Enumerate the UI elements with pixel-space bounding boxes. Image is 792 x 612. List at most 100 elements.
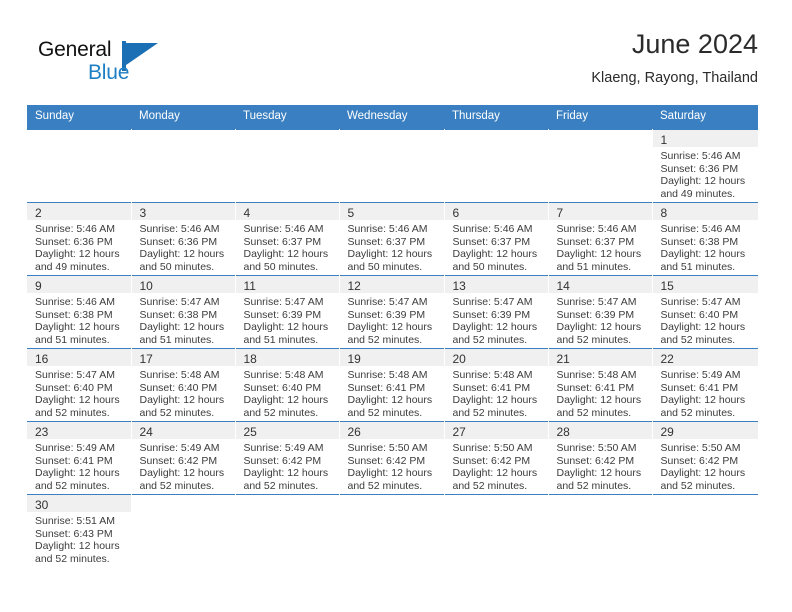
general-blue-logo[interactable]: General Blue	[38, 38, 218, 90]
day-cell-content: 11 Sunrise: 5:47 AM Sunset: 6:39 PM Dayligh…	[235, 276, 339, 348]
day-cell-content: 30 Sunrise: 5:51 AM Sunset: 6:43 PM Dayligh…	[27, 495, 131, 567]
day-cell-content: 9 Sunrise: 5:46 AM Sunset: 6:38 PM Daylight…	[27, 276, 131, 348]
sunset-text: Sunset: 6:41 PM	[452, 381, 531, 394]
calendar-day-cell[interactable]: 3 Sunrise: 5:46 AM Sunset: 6:36 PM Daylight…	[131, 202, 236, 276]
calendar-day-cell[interactable]: 30 Sunrise: 5:51 AM Sunset: 6:43 PM Dayligh…	[27, 494, 132, 567]
calendar-day-cell[interactable]: 12 Sunrise: 5:47 AM Sunset: 6:39 PM Dayligh…	[339, 275, 445, 349]
calendar-week-row: 1 Sunrise: 5:46 AM Sunset: 6:36 PM Daylight…	[27, 129, 759, 203]
calendar-day-cell[interactable]	[444, 129, 549, 203]
calendar-day-cell[interactable]	[131, 129, 236, 203]
day-number-band: 6	[444, 203, 548, 220]
day-cell-content: 1 Sunrise: 5:46 AM Sunset: 6:36 PM Daylight…	[652, 130, 758, 202]
daylight-text-line2: and 50 minutes.	[139, 260, 215, 273]
calendar-day-cell[interactable]: 19 Sunrise: 5:48 AM Sunset: 6:41 PM Dayligh…	[339, 348, 445, 422]
sunset-text: Sunset: 6:43 PM	[35, 527, 113, 540]
daylight-text-line2: and 50 minutes.	[347, 260, 423, 273]
calendar-day-cell[interactable]	[27, 129, 132, 203]
day-number-band	[653, 495, 758, 512]
empty-day-cell	[549, 495, 652, 567]
day-number: 26	[347, 425, 361, 439]
calendar-day-cell[interactable]	[339, 129, 445, 203]
empty-day-cell	[445, 130, 548, 202]
sunrise-text: Sunrise: 5:46 AM	[139, 223, 220, 235]
day-number-band: 16	[27, 349, 131, 366]
sunrise-text: Sunrise: 5:49 AM	[35, 442, 115, 454]
calendar-day-cell[interactable]: 26 Sunrise: 5:50 AM Sunset: 6:42 PM Dayligh…	[339, 421, 445, 495]
calendar-day-cell[interactable]	[235, 129, 340, 203]
day-detail-lines: Sunrise: 5:48 AM Sunset: 6:40 PM Daylight:…	[236, 366, 339, 419]
calendar-day-cell[interactable]: 21 Sunrise: 5:48 AM Sunset: 6:41 PM Dayligh…	[548, 348, 653, 422]
day-number: 7	[556, 206, 564, 220]
daylight-text-line1: Daylight: 12 hours	[35, 467, 120, 480]
daylight-text-line1: Daylight: 12 hours	[452, 321, 538, 334]
sunrise-text: Sunrise: 5:48 AM	[452, 369, 533, 381]
calendar-day-cell[interactable]: 27 Sunrise: 5:50 AM Sunset: 6:42 PM Dayligh…	[444, 421, 549, 495]
calendar-day-cell[interactable]: 29 Sunrise: 5:50 AM Sunset: 6:42 PM Dayligh…	[652, 421, 759, 495]
empty-day-cell	[340, 495, 444, 567]
calendar-day-cell[interactable]	[444, 494, 549, 567]
day-cell-content: 28 Sunrise: 5:50 AM Sunset: 6:42 PM Dayligh…	[548, 422, 652, 494]
day-detail-lines: Sunrise: 5:47 AM Sunset: 6:40 PM Daylight:…	[653, 293, 758, 346]
calendar-day-cell[interactable]: 16 Sunrise: 5:47 AM Sunset: 6:40 PM Dayligh…	[27, 348, 132, 422]
calendar-day-cell[interactable]	[235, 494, 340, 567]
day-detail-lines: Sunrise: 5:50 AM Sunset: 6:42 PM Daylight:…	[340, 439, 444, 492]
sunset-text: Sunset: 6:38 PM	[660, 235, 739, 248]
daylight-text-line2: and 49 minutes.	[660, 187, 736, 200]
calendar-day-cell[interactable]: 10 Sunrise: 5:47 AM Sunset: 6:38 PM Dayligh…	[131, 275, 236, 349]
calendar-day-cell[interactable]: 9 Sunrise: 5:46 AM Sunset: 6:38 PM Daylight…	[27, 275, 132, 349]
day-number-band: 27	[444, 422, 548, 439]
calendar-day-cell[interactable]: 25 Sunrise: 5:49 AM Sunset: 6:42 PM Dayligh…	[235, 421, 340, 495]
calendar-day-cell[interactable]	[131, 494, 236, 567]
calendar-day-cell[interactable]	[548, 494, 653, 567]
daylight-text-line2: and 52 minutes.	[347, 333, 423, 346]
calendar-day-cell[interactable]: 4 Sunrise: 5:46 AM Sunset: 6:37 PM Daylight…	[235, 202, 340, 276]
daylight-text-line1: Daylight: 12 hours	[139, 321, 225, 334]
daylight-text-line1: Daylight: 12 hours	[556, 321, 642, 334]
day-detail-lines: Sunrise: 5:51 AM Sunset: 6:43 PM Daylight:…	[27, 512, 131, 565]
calendar-day-cell[interactable]	[652, 494, 759, 567]
day-number: 30	[35, 498, 49, 512]
daylight-text-line1: Daylight: 12 hours	[660, 175, 746, 188]
calendar-day-cell[interactable]: 18 Sunrise: 5:48 AM Sunset: 6:40 PM Dayligh…	[235, 348, 340, 422]
weekday-header-monday: Monday	[131, 105, 235, 130]
calendar-day-cell[interactable]: 15 Sunrise: 5:47 AM Sunset: 6:40 PM Dayligh…	[652, 275, 759, 349]
calendar-day-cell[interactable]: 2 Sunrise: 5:46 AM Sunset: 6:36 PM Daylight…	[27, 202, 132, 276]
calendar-day-cell[interactable]: 13 Sunrise: 5:47 AM Sunset: 6:39 PM Dayligh…	[444, 275, 549, 349]
day-cell-content: 5 Sunrise: 5:46 AM Sunset: 6:37 PM Daylight…	[339, 203, 444, 275]
calendar-day-cell[interactable]: 20 Sunrise: 5:48 AM Sunset: 6:41 PM Dayligh…	[444, 348, 549, 422]
calendar-day-cell[interactable]: 11 Sunrise: 5:47 AM Sunset: 6:39 PM Dayligh…	[235, 275, 340, 349]
calendar-day-cell[interactable]: 22 Sunrise: 5:49 AM Sunset: 6:41 PM Dayligh…	[652, 348, 759, 422]
day-number: 29	[660, 425, 674, 439]
sunset-text: Sunset: 6:42 PM	[139, 454, 218, 467]
calendar-day-cell[interactable]: 14 Sunrise: 5:47 AM Sunset: 6:39 PM Dayligh…	[548, 275, 653, 349]
calendar-day-cell[interactable]: 8 Sunrise: 5:46 AM Sunset: 6:38 PM Daylight…	[652, 202, 759, 276]
calendar-day-cell[interactable]: 7 Sunrise: 5:46 AM Sunset: 6:37 PM Daylight…	[548, 202, 653, 276]
calendar-day-cell[interactable]	[339, 494, 445, 567]
day-number-band: 1	[652, 130, 758, 147]
daylight-text-line1: Daylight: 12 hours	[347, 321, 433, 334]
calendar-day-cell[interactable]	[548, 129, 653, 203]
calendar-day-cell[interactable]: 28 Sunrise: 5:50 AM Sunset: 6:42 PM Dayligh…	[548, 421, 653, 495]
day-number-band: 7	[548, 203, 652, 220]
calendar-day-cell[interactable]: 1 Sunrise: 5:46 AM Sunset: 6:36 PM Daylight…	[652, 129, 759, 203]
day-number-band: 4	[235, 203, 339, 220]
sunrise-text: Sunrise: 5:46 AM	[556, 223, 637, 235]
calendar-day-cell[interactable]: 23 Sunrise: 5:49 AM Sunset: 6:41 PM Dayligh…	[27, 421, 132, 495]
calendar-day-cell[interactable]: 24 Sunrise: 5:49 AM Sunset: 6:42 PM Dayligh…	[131, 421, 236, 495]
day-number-band: 18	[235, 349, 339, 366]
calendar-day-cell[interactable]: 5 Sunrise: 5:46 AM Sunset: 6:37 PM Daylight…	[339, 202, 445, 276]
calendar-day-cell[interactable]: 6 Sunrise: 5:46 AM Sunset: 6:37 PM Daylight…	[444, 202, 549, 276]
day-number-band: 24	[131, 422, 235, 439]
day-number-band	[27, 130, 131, 147]
daylight-text-line1: Daylight: 12 hours	[243, 248, 329, 261]
sunset-text: Sunset: 6:42 PM	[660, 454, 739, 467]
day-number-band	[132, 130, 235, 147]
day-number: 15	[660, 279, 674, 293]
daylight-text-line1: Daylight: 12 hours	[660, 321, 746, 334]
day-cell-content: 20 Sunrise: 5:48 AM Sunset: 6:41 PM Dayligh…	[444, 349, 548, 421]
calendar-day-cell[interactable]: 17 Sunrise: 5:48 AM Sunset: 6:40 PM Dayligh…	[131, 348, 236, 422]
day-cell-content: 3 Sunrise: 5:46 AM Sunset: 6:36 PM Daylight…	[131, 203, 235, 275]
daylight-text-line2: and 52 minutes.	[452, 406, 528, 419]
day-number-band: 19	[339, 349, 444, 366]
day-cell-content: 22 Sunrise: 5:49 AM Sunset: 6:41 PM Dayligh…	[652, 349, 758, 421]
